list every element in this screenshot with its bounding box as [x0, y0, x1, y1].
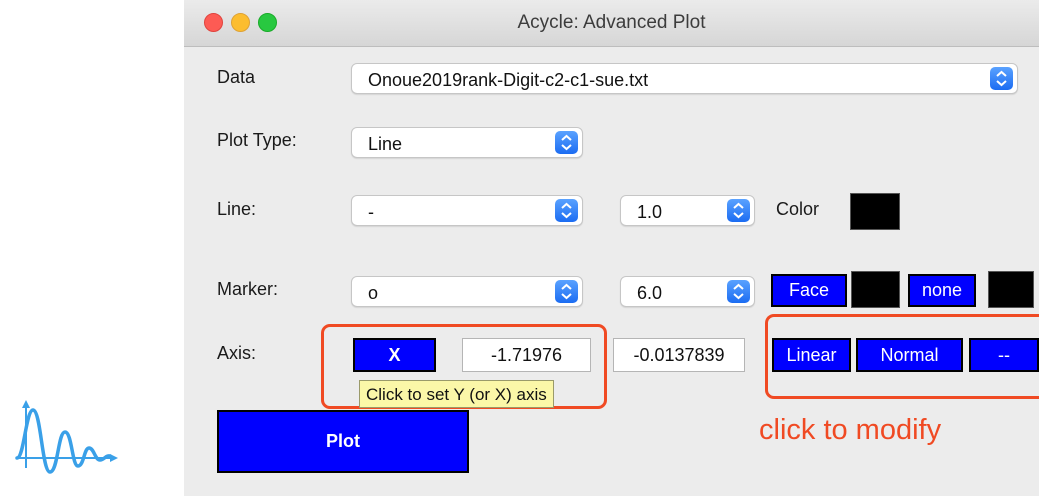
data-select[interactable]: Onoue2019rank-Digit-c2-c1-sue.txt [351, 63, 1018, 94]
plot-type-label: Plot Type: [217, 130, 297, 150]
plot-type-value: Line [368, 134, 403, 154]
color-label: Color [776, 199, 820, 219]
axis-options-highlight [765, 314, 1039, 399]
advanced-plot-window: Acycle: Advanced Plot Data Onoue2019rank… [184, 0, 1039, 496]
line-width-value: 1.0 [637, 202, 663, 222]
window-title: Acycle: Advanced Plot [517, 12, 706, 33]
plot-button[interactable]: Plot [217, 410, 469, 473]
marker-size-select[interactable]: 6.0 [620, 276, 755, 307]
up-down-chevron-icon [555, 199, 578, 222]
axis-max-field[interactable]: -0.0137839 [613, 338, 745, 372]
marker-face-button[interactable]: Face [771, 274, 847, 307]
marker-label: Marker: [217, 279, 279, 299]
line-style-value: - [368, 202, 374, 222]
marker-symbol-select[interactable]: o [351, 276, 583, 307]
axis-label: Axis: [217, 343, 257, 363]
marker-size-value: 6.0 [637, 283, 663, 303]
marker-edge-button[interactable]: none [908, 274, 976, 307]
marker-edge-color-swatch[interactable] [988, 271, 1034, 308]
up-down-chevron-icon [990, 67, 1013, 90]
marker-symbol-value: o [368, 283, 379, 303]
line-label: Line: [217, 199, 257, 219]
line-style-select[interactable]: - [351, 195, 583, 226]
data-select-value: Onoue2019rank-Digit-c2-c1-sue.txt [368, 70, 649, 90]
up-down-chevron-icon [555, 131, 578, 154]
app-logo-icon [15, 400, 118, 474]
marker-face-color-swatch[interactable] [851, 271, 900, 308]
up-down-chevron-icon [555, 280, 578, 303]
axis-tooltip: Click to set Y (or X) axis [359, 380, 554, 408]
line-width-select[interactable]: 1.0 [620, 195, 755, 226]
up-down-chevron-icon [727, 199, 750, 222]
data-label: Data [217, 67, 256, 87]
up-down-chevron-icon [727, 280, 750, 303]
click-to-modify-annotation: click to modify [759, 414, 942, 446]
line-color-swatch[interactable] [850, 193, 900, 230]
plot-type-select[interactable]: Line [351, 127, 583, 158]
